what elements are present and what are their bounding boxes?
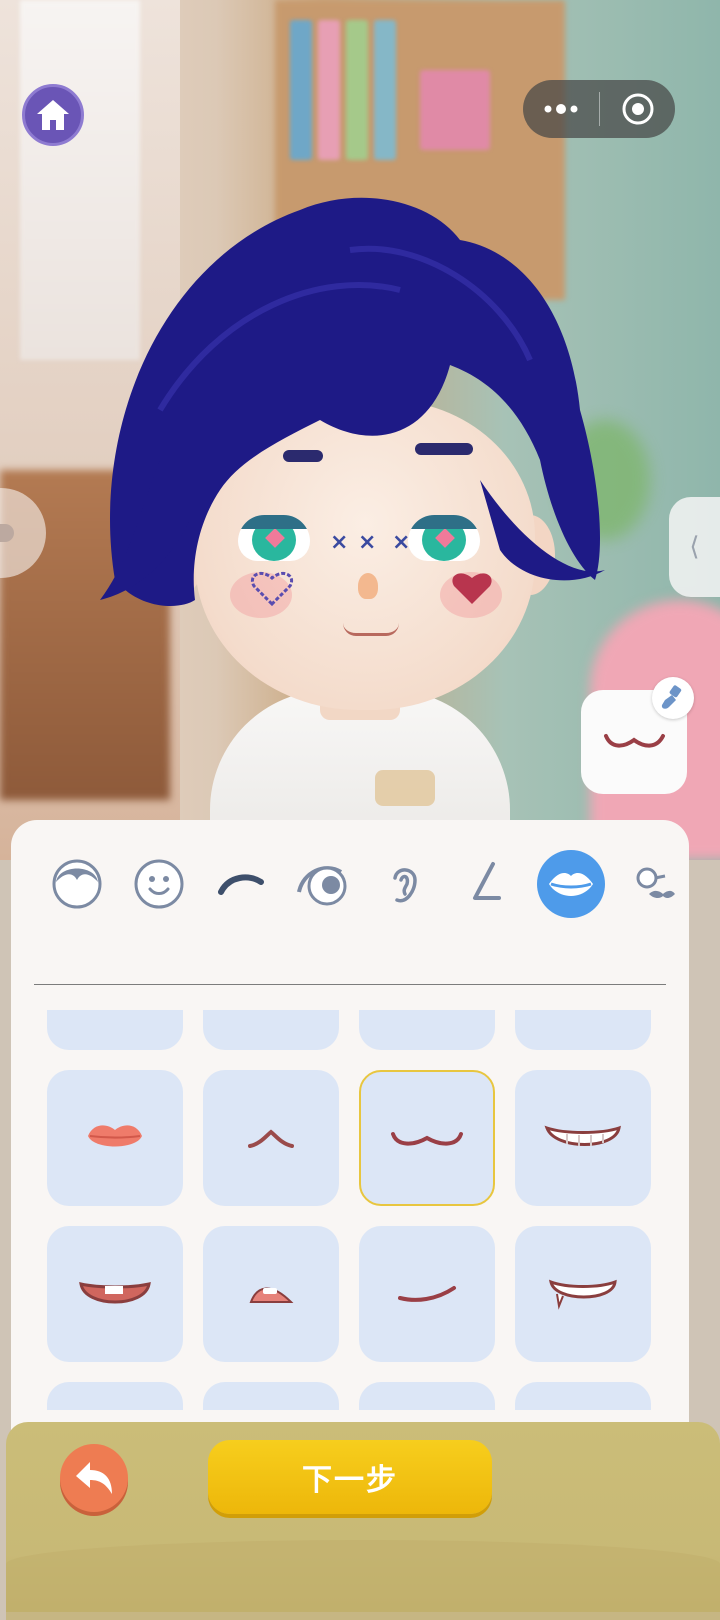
ear-icon xyxy=(393,868,417,903)
footer-wave xyxy=(6,1540,720,1620)
option-tile-partial[interactable] xyxy=(359,1010,495,1050)
back-arrow-icon xyxy=(76,1462,112,1494)
miniprogram-capsule xyxy=(523,80,675,138)
avatar-nose xyxy=(358,573,378,599)
mouth-smirk-icon xyxy=(398,1286,456,1302)
eye-icon xyxy=(297,866,347,906)
head-icon xyxy=(52,859,102,909)
option-tile-partial[interactable] xyxy=(47,1382,183,1410)
option-mouth-open-smile[interactable] xyxy=(47,1226,183,1362)
background-book xyxy=(290,20,312,160)
avatar-mouth xyxy=(343,623,399,636)
cheek-heart-filled xyxy=(452,573,492,604)
background-book xyxy=(420,70,490,150)
brush-button[interactable] xyxy=(652,677,694,719)
option-mouth-caret-smile[interactable] xyxy=(203,1070,339,1206)
right-side-tab[interactable]: ⟨ xyxy=(669,497,720,597)
option-tile-partial[interactable] xyxy=(47,1010,183,1050)
option-mouth-fang-smile[interactable] xyxy=(515,1226,651,1362)
cheek-heart-outline xyxy=(251,572,293,607)
eyebrow-icon xyxy=(218,874,264,895)
option-mouth-toothy-grin[interactable] xyxy=(515,1070,651,1206)
mouth-caret-icon xyxy=(248,1129,294,1148)
lips-icon xyxy=(549,873,593,896)
next-step-label: 下一步 xyxy=(302,1463,398,1498)
target-close-icon[interactable] xyxy=(600,92,675,126)
brush-icon xyxy=(661,685,682,709)
more-dots-icon[interactable] xyxy=(523,104,599,114)
tab-eyebrow[interactable] xyxy=(207,850,275,918)
option-mouth-wavy[interactable] xyxy=(359,1070,495,1206)
background-book xyxy=(318,20,340,160)
mouth-wavy-icon xyxy=(391,1132,463,1146)
option-tile-partial[interactable] xyxy=(359,1382,495,1410)
option-mouth-small-open[interactable] xyxy=(203,1226,339,1362)
tab-ear[interactable] xyxy=(371,850,439,918)
face-paint-x: × xyxy=(330,530,349,555)
avatar-brow-right xyxy=(415,443,473,455)
avatar-brow-left xyxy=(283,450,323,462)
option-mouth-lips-red[interactable] xyxy=(47,1070,183,1206)
shirt-logo xyxy=(375,770,435,806)
avatar: × × × xyxy=(100,180,620,860)
mouth-grin-icon xyxy=(544,1125,621,1146)
option-tile-partial[interactable] xyxy=(203,1382,339,1410)
mouth-small-open-icon xyxy=(249,1287,294,1303)
face-paint-x: × xyxy=(358,530,377,555)
mouth-options-grid xyxy=(47,1010,651,1410)
panel-divider xyxy=(34,984,666,985)
face-paint-x: × xyxy=(392,530,411,555)
tab-accessory[interactable] xyxy=(617,850,685,918)
customization-panel xyxy=(11,820,689,1500)
option-tile-partial[interactable] xyxy=(515,1010,651,1050)
background-book xyxy=(346,20,368,160)
tab-face[interactable] xyxy=(125,850,193,918)
option-tile-partial[interactable] xyxy=(203,1010,339,1050)
option-mouth-smirk[interactable] xyxy=(359,1226,495,1362)
mouth-lips-red-icon xyxy=(88,1125,142,1147)
avatar-eye-right xyxy=(408,515,480,561)
mouth-open-smile-icon xyxy=(79,1282,151,1304)
category-tabs xyxy=(11,850,689,920)
mouth-fang-icon xyxy=(548,1279,617,1310)
nose-icon xyxy=(473,862,501,900)
tab-eye[interactable] xyxy=(289,850,357,918)
tab-nose[interactable] xyxy=(453,850,521,918)
smiley-icon xyxy=(134,859,184,909)
glasses-mustache-icon xyxy=(636,867,675,898)
back-button[interactable] xyxy=(60,1444,128,1512)
tab-mouth[interactable] xyxy=(537,850,605,918)
avatar-eye-left xyxy=(238,515,310,561)
chevron-left-icon: ⟨ xyxy=(689,532,700,562)
avatar-hair xyxy=(100,197,605,606)
tab-face-shape[interactable] xyxy=(43,850,111,918)
option-tile-partial[interactable] xyxy=(515,1382,651,1410)
next-step-button[interactable]: 下一步 xyxy=(208,1440,492,1514)
home-button[interactable] xyxy=(22,84,84,146)
home-icon xyxy=(37,100,69,130)
background-book xyxy=(374,20,396,160)
